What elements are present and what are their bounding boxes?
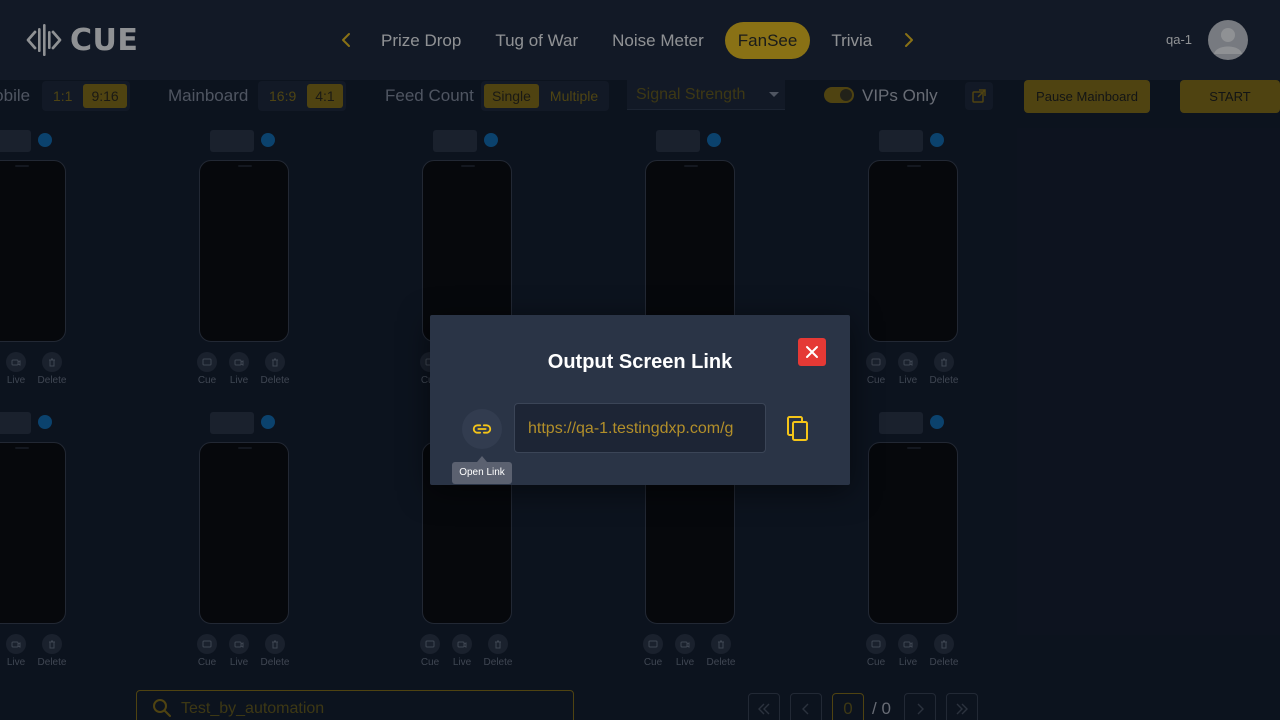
close-icon xyxy=(806,346,818,358)
link-icon xyxy=(472,424,492,434)
open-link-button[interactable] xyxy=(462,409,502,449)
dialog-title: Output Screen Link xyxy=(547,351,733,373)
copy-icon[interactable] xyxy=(786,416,810,442)
output-url-text: https://qa-1.testingdxp.com/g xyxy=(528,420,734,437)
output-url-field[interactable]: https://qa-1.testingdxp.com/g xyxy=(514,403,766,453)
open-link-tooltip: Open Link xyxy=(452,462,512,484)
output-link-dialog: Output Screen Link https://qa-1.testingd… xyxy=(430,315,850,485)
close-button[interactable] xyxy=(798,338,826,366)
